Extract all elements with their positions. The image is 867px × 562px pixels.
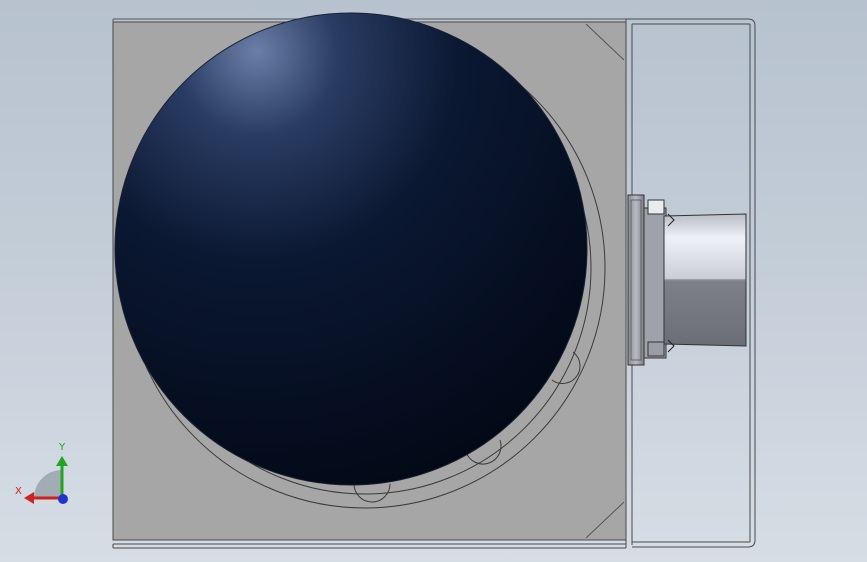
- connector-flange[interactable]: [627, 194, 667, 366]
- triad-x-label: X: [15, 486, 22, 497]
- connector-cylinder[interactable]: [663, 213, 747, 347]
- cad-model-view[interactable]: [0, 0, 867, 562]
- coordinate-triad[interactable]: X Y: [12, 440, 82, 510]
- triad-y-label: Y: [59, 442, 66, 453]
- triad-graphic: [24, 456, 68, 504]
- sphere-dome[interactable]: [114, 12, 588, 486]
- graphics-viewport[interactable]: X Y: [0, 0, 867, 562]
